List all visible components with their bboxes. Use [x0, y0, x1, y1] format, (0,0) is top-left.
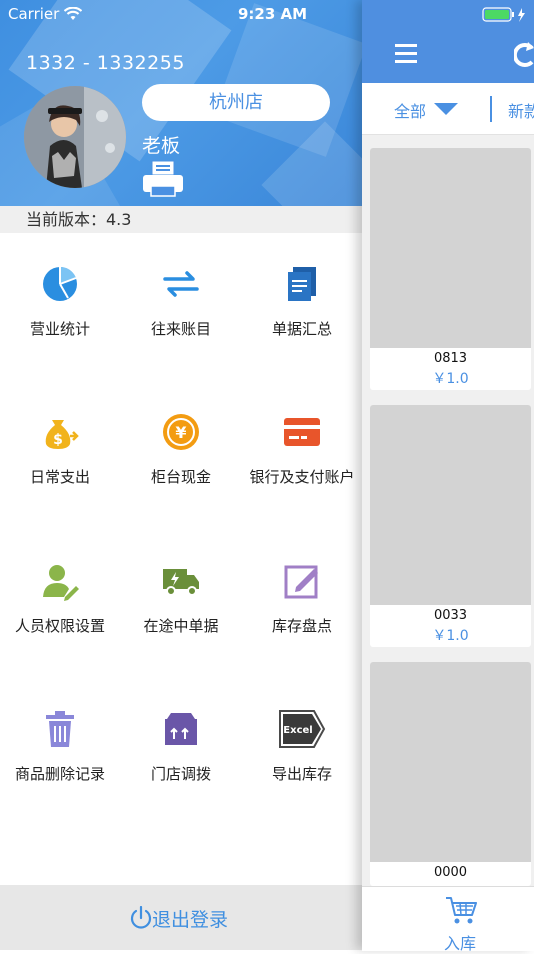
- excel-export-icon: Excel: [278, 709, 326, 749]
- money-bag-icon: $: [40, 412, 80, 452]
- menu-icon[interactable]: [395, 43, 417, 63]
- menu-item-accounts[interactable]: 往来账目: [121, 264, 241, 339]
- filter-all-dropdown[interactable]: 全部: [394, 98, 426, 122]
- menu-item-stocktake[interactable]: 库存盘点: [242, 561, 362, 636]
- user-role: 老板: [142, 135, 181, 157]
- user-edit-icon: [40, 561, 80, 601]
- main-content: 全部 新款 0813 ￥1.0 0033 ￥1.0 0000 入库: [362, 0, 534, 953]
- menu-item-document-summary[interactable]: 单据汇总: [242, 264, 362, 339]
- menu-item-label: 商品删除记录: [14, 765, 105, 783]
- product-code: 0813: [433, 351, 468, 366]
- tab-label: 入库: [444, 934, 477, 953]
- svg-text:$: $: [53, 432, 63, 448]
- exchange-arrows-icon: [161, 264, 201, 304]
- svg-text:Excel: Excel: [283, 725, 312, 736]
- menu-item-label: 在途中单据: [143, 617, 219, 635]
- wifi-icon: [64, 7, 82, 20]
- avatar[interactable]: [24, 86, 126, 188]
- bottom-tab-stock-in[interactable]: 入库: [362, 886, 534, 953]
- product-card[interactable]: 0033 ￥1.0: [370, 405, 531, 647]
- menu-item-daily-expense[interactable]: $ 日常支出: [0, 412, 120, 487]
- version-bar: 当前版本：4.3: [0, 206, 362, 233]
- trash-icon: [40, 709, 80, 749]
- menu-item-business-stats[interactable]: 营业统计: [0, 264, 120, 339]
- battery-icon: [482, 7, 525, 22]
- menu-item-permissions[interactable]: 人员权限设置: [0, 561, 120, 636]
- product-code: 0000: [433, 865, 468, 880]
- transfer-box-icon: [161, 709, 201, 749]
- menu-item-label: 库存盘点: [271, 617, 332, 635]
- menu-item-label: 银行及支付账户: [249, 468, 355, 486]
- carrier-label: Carrier: [8, 5, 60, 23]
- product-card[interactable]: 0813 ￥1.0: [370, 148, 531, 390]
- delivery-truck-icon: [161, 561, 201, 601]
- menu-item-bank-accounts[interactable]: 银行及支付账户: [242, 412, 362, 487]
- menu-item-delete-records[interactable]: 商品删除记录: [0, 709, 120, 784]
- menu-item-label: 往来账目: [150, 320, 211, 338]
- product-image: [370, 662, 531, 862]
- menu-item-label: 日常支出: [29, 468, 90, 486]
- product-card[interactable]: 0000: [370, 662, 531, 886]
- filter-divider: [490, 96, 492, 122]
- chevron-down-icon[interactable]: [434, 103, 458, 115]
- store-selector-button[interactable]: 杭州店: [142, 84, 330, 121]
- power-icon[interactable]: [130, 906, 152, 930]
- filter-new-tab[interactable]: 新款: [508, 98, 534, 122]
- yen-coin-icon: ¥: [161, 412, 201, 452]
- svg-text:¥: ¥: [175, 423, 186, 442]
- filter-bar: 全部 新款: [362, 83, 534, 135]
- printer-icon[interactable]: [142, 160, 184, 198]
- refresh-icon[interactable]: [514, 40, 534, 70]
- menu-item-label: 单据汇总: [271, 320, 332, 338]
- pie-chart-icon: [40, 264, 80, 304]
- menu-item-label: 门店调拨: [150, 765, 211, 783]
- menu-item-label: 营业统计: [29, 320, 90, 338]
- status-time: 9:23 AM: [238, 5, 308, 23]
- side-drawer: Carrier 9:23 AM 1332 - 1332255 杭州店 老板 当前…: [0, 0, 362, 950]
- product-price: ￥1.0: [432, 628, 469, 644]
- main-nav-bar: [362, 0, 534, 83]
- bank-card-icon: [282, 412, 322, 452]
- menu-item-label: 人员权限设置: [14, 617, 105, 635]
- product-image: [370, 148, 531, 348]
- document-stack-icon: [282, 264, 322, 304]
- menu-item-in-transit[interactable]: 在途中单据: [121, 561, 241, 636]
- logout-bar: 退出登录: [0, 885, 362, 950]
- product-code: 0033: [433, 608, 468, 623]
- menu-item-store-transfer[interactable]: 门店调拨: [121, 709, 241, 784]
- menu-item-label: 导出库存: [271, 765, 332, 783]
- logout-label: 退出登录: [152, 909, 229, 931]
- product-price: ￥1.0: [432, 371, 469, 387]
- account-number: 1332 - 1332255: [26, 52, 185, 74]
- menu-item-export-inventory[interactable]: Excel 导出库存: [242, 709, 362, 784]
- menu-item-label: 柜台现金: [150, 468, 211, 486]
- version-label: 当前版本：4.3: [26, 210, 132, 229]
- edit-square-icon: [282, 561, 322, 601]
- cart-icon: [446, 897, 477, 924]
- product-image: [370, 405, 531, 605]
- menu-item-counter-cash[interactable]: ¥ 柜台现金: [121, 412, 241, 487]
